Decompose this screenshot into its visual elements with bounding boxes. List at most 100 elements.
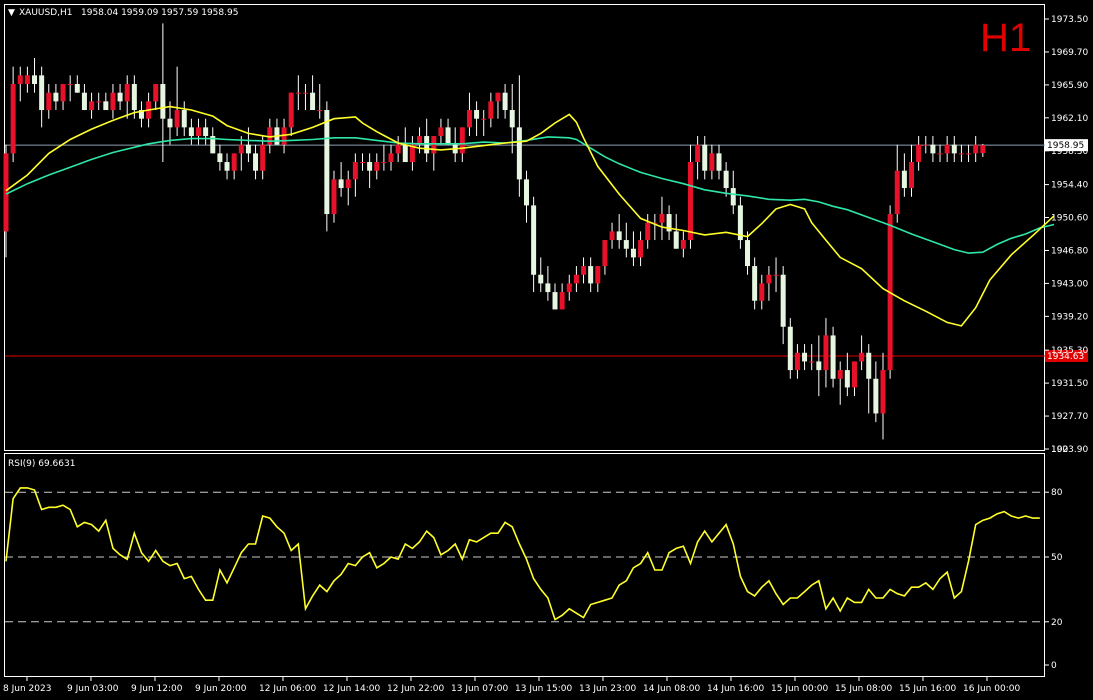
candle-body — [153, 84, 159, 102]
candle-body — [823, 335, 829, 371]
candle-body — [516, 127, 522, 180]
time-tick-label: 14 Jun 08:00 — [643, 684, 700, 694]
candle-body — [395, 144, 401, 154]
candle-body — [723, 170, 729, 189]
rsi-header-label: RSI(9) 69.6631 — [8, 459, 75, 469]
candle-body — [302, 92, 308, 94]
candle-body — [381, 162, 387, 164]
candle-body — [816, 361, 822, 371]
candle-body — [374, 162, 380, 171]
candle-body — [623, 240, 629, 249]
candle-body — [74, 84, 80, 93]
candle-body — [260, 144, 266, 171]
candle-body — [345, 179, 351, 189]
candle-body — [131, 84, 137, 111]
price-axis[interactable]: 1973.50 1969.70 1965.90 1962.10 1958.30 1954.… — [1045, 15, 1088, 455]
candle-body — [552, 292, 558, 310]
rsi-axis: 100 80 50 20 0 — [1045, 445, 1068, 671]
time-axis[interactable]: 8 Jun 2023 9 Jun 03:00 9 Jun 12:00 9 Jun 20… — [3, 677, 1020, 694]
price-tick-label: 1954.40 — [1051, 181, 1088, 191]
candle-body — [331, 179, 337, 215]
time-tick-label: 13 Jun 07:00 — [451, 684, 508, 694]
candle-body — [310, 92, 316, 111]
candle-body — [360, 162, 365, 164]
candle-body — [595, 266, 601, 284]
candle-body — [317, 110, 323, 112]
time-tick-label: 15 Jun 16:00 — [899, 684, 956, 694]
candle-body — [181, 110, 187, 128]
price-tick-label: 1946.80 — [1051, 246, 1088, 256]
candle-body — [459, 127, 465, 154]
candle-body — [253, 153, 259, 171]
candle-body — [110, 92, 116, 111]
candle-body — [288, 92, 294, 128]
candle-body — [866, 352, 872, 379]
candle-body — [880, 370, 886, 414]
time-tick-label: 9 Jun 12:00 — [131, 684, 183, 694]
candle-body — [352, 162, 358, 180]
candle-body — [238, 144, 244, 154]
symbol-timeframe-label: XAUUSD,H1 — [19, 8, 73, 18]
time-tick-label: 9 Jun 03:00 — [67, 684, 119, 694]
candle-body — [24, 75, 30, 85]
candle-body — [17, 75, 23, 85]
candle-body — [545, 283, 551, 293]
price-tick-label: 1927.70 — [1051, 412, 1088, 422]
candle-body — [388, 153, 394, 163]
chart-window[interactable]: 1934.631958.95 1973.501969.701965.901962… — [0, 0, 1093, 700]
candle-body — [324, 110, 330, 215]
candle-body — [424, 136, 430, 154]
candle-body — [167, 118, 173, 128]
candle-body — [809, 361, 815, 363]
candle-body — [873, 378, 879, 414]
candle-body — [844, 370, 850, 388]
candle-body — [830, 335, 836, 379]
time-tick-label: 9 Jun 20:00 — [195, 684, 247, 694]
candle-body — [538, 274, 544, 284]
candle-body — [766, 274, 772, 284]
candle-body — [673, 231, 679, 249]
candle-body — [973, 144, 979, 154]
candle-body — [730, 188, 736, 206]
candle-body — [851, 361, 857, 388]
candle-body — [930, 144, 936, 154]
rsi-panel[interactable] — [4, 453, 1045, 677]
candle-body — [231, 153, 237, 171]
candle-body — [780, 274, 786, 327]
candle-body — [117, 92, 123, 102]
candle-body — [566, 283, 572, 293]
price-tick-label: 1973.50 — [1051, 15, 1088, 25]
candle-body — [188, 127, 194, 137]
candle-body — [509, 110, 515, 128]
price-tick-label: 1931.50 — [1051, 379, 1088, 389]
candle-body — [67, 84, 73, 86]
candle-body — [859, 352, 865, 362]
candle-body — [402, 144, 408, 163]
candle-body — [295, 92, 301, 94]
candle-body — [923, 144, 929, 146]
price-tick-label: 1943.00 — [1051, 279, 1088, 289]
menu-arrow-icon[interactable]: ▼ — [8, 8, 15, 18]
candle-body — [581, 266, 587, 275]
price-tick-label: 1935.30 — [1051, 346, 1088, 356]
candle-body — [794, 352, 800, 371]
candle-body — [773, 274, 779, 276]
candle-body — [438, 127, 444, 137]
ohlc-values-label: 1958.04 1959.09 1957.59 1958.95 — [81, 8, 238, 18]
candle-body — [616, 231, 622, 241]
candle-body — [32, 75, 38, 85]
candle-body — [445, 127, 451, 145]
candle-body — [680, 240, 686, 249]
candle-body — [573, 274, 579, 284]
price-tick-label: 1939.20 — [1051, 312, 1088, 322]
candle-body — [53, 92, 59, 102]
candle-body — [217, 153, 223, 163]
candle-body — [958, 153, 964, 155]
candle-body — [966, 153, 972, 155]
candle-body — [951, 144, 957, 154]
candle-body — [488, 101, 494, 119]
candle-body — [46, 92, 52, 111]
candle-body — [909, 162, 915, 189]
timeframe-watermark: H1 — [980, 16, 1031, 60]
candle-body — [630, 248, 636, 258]
